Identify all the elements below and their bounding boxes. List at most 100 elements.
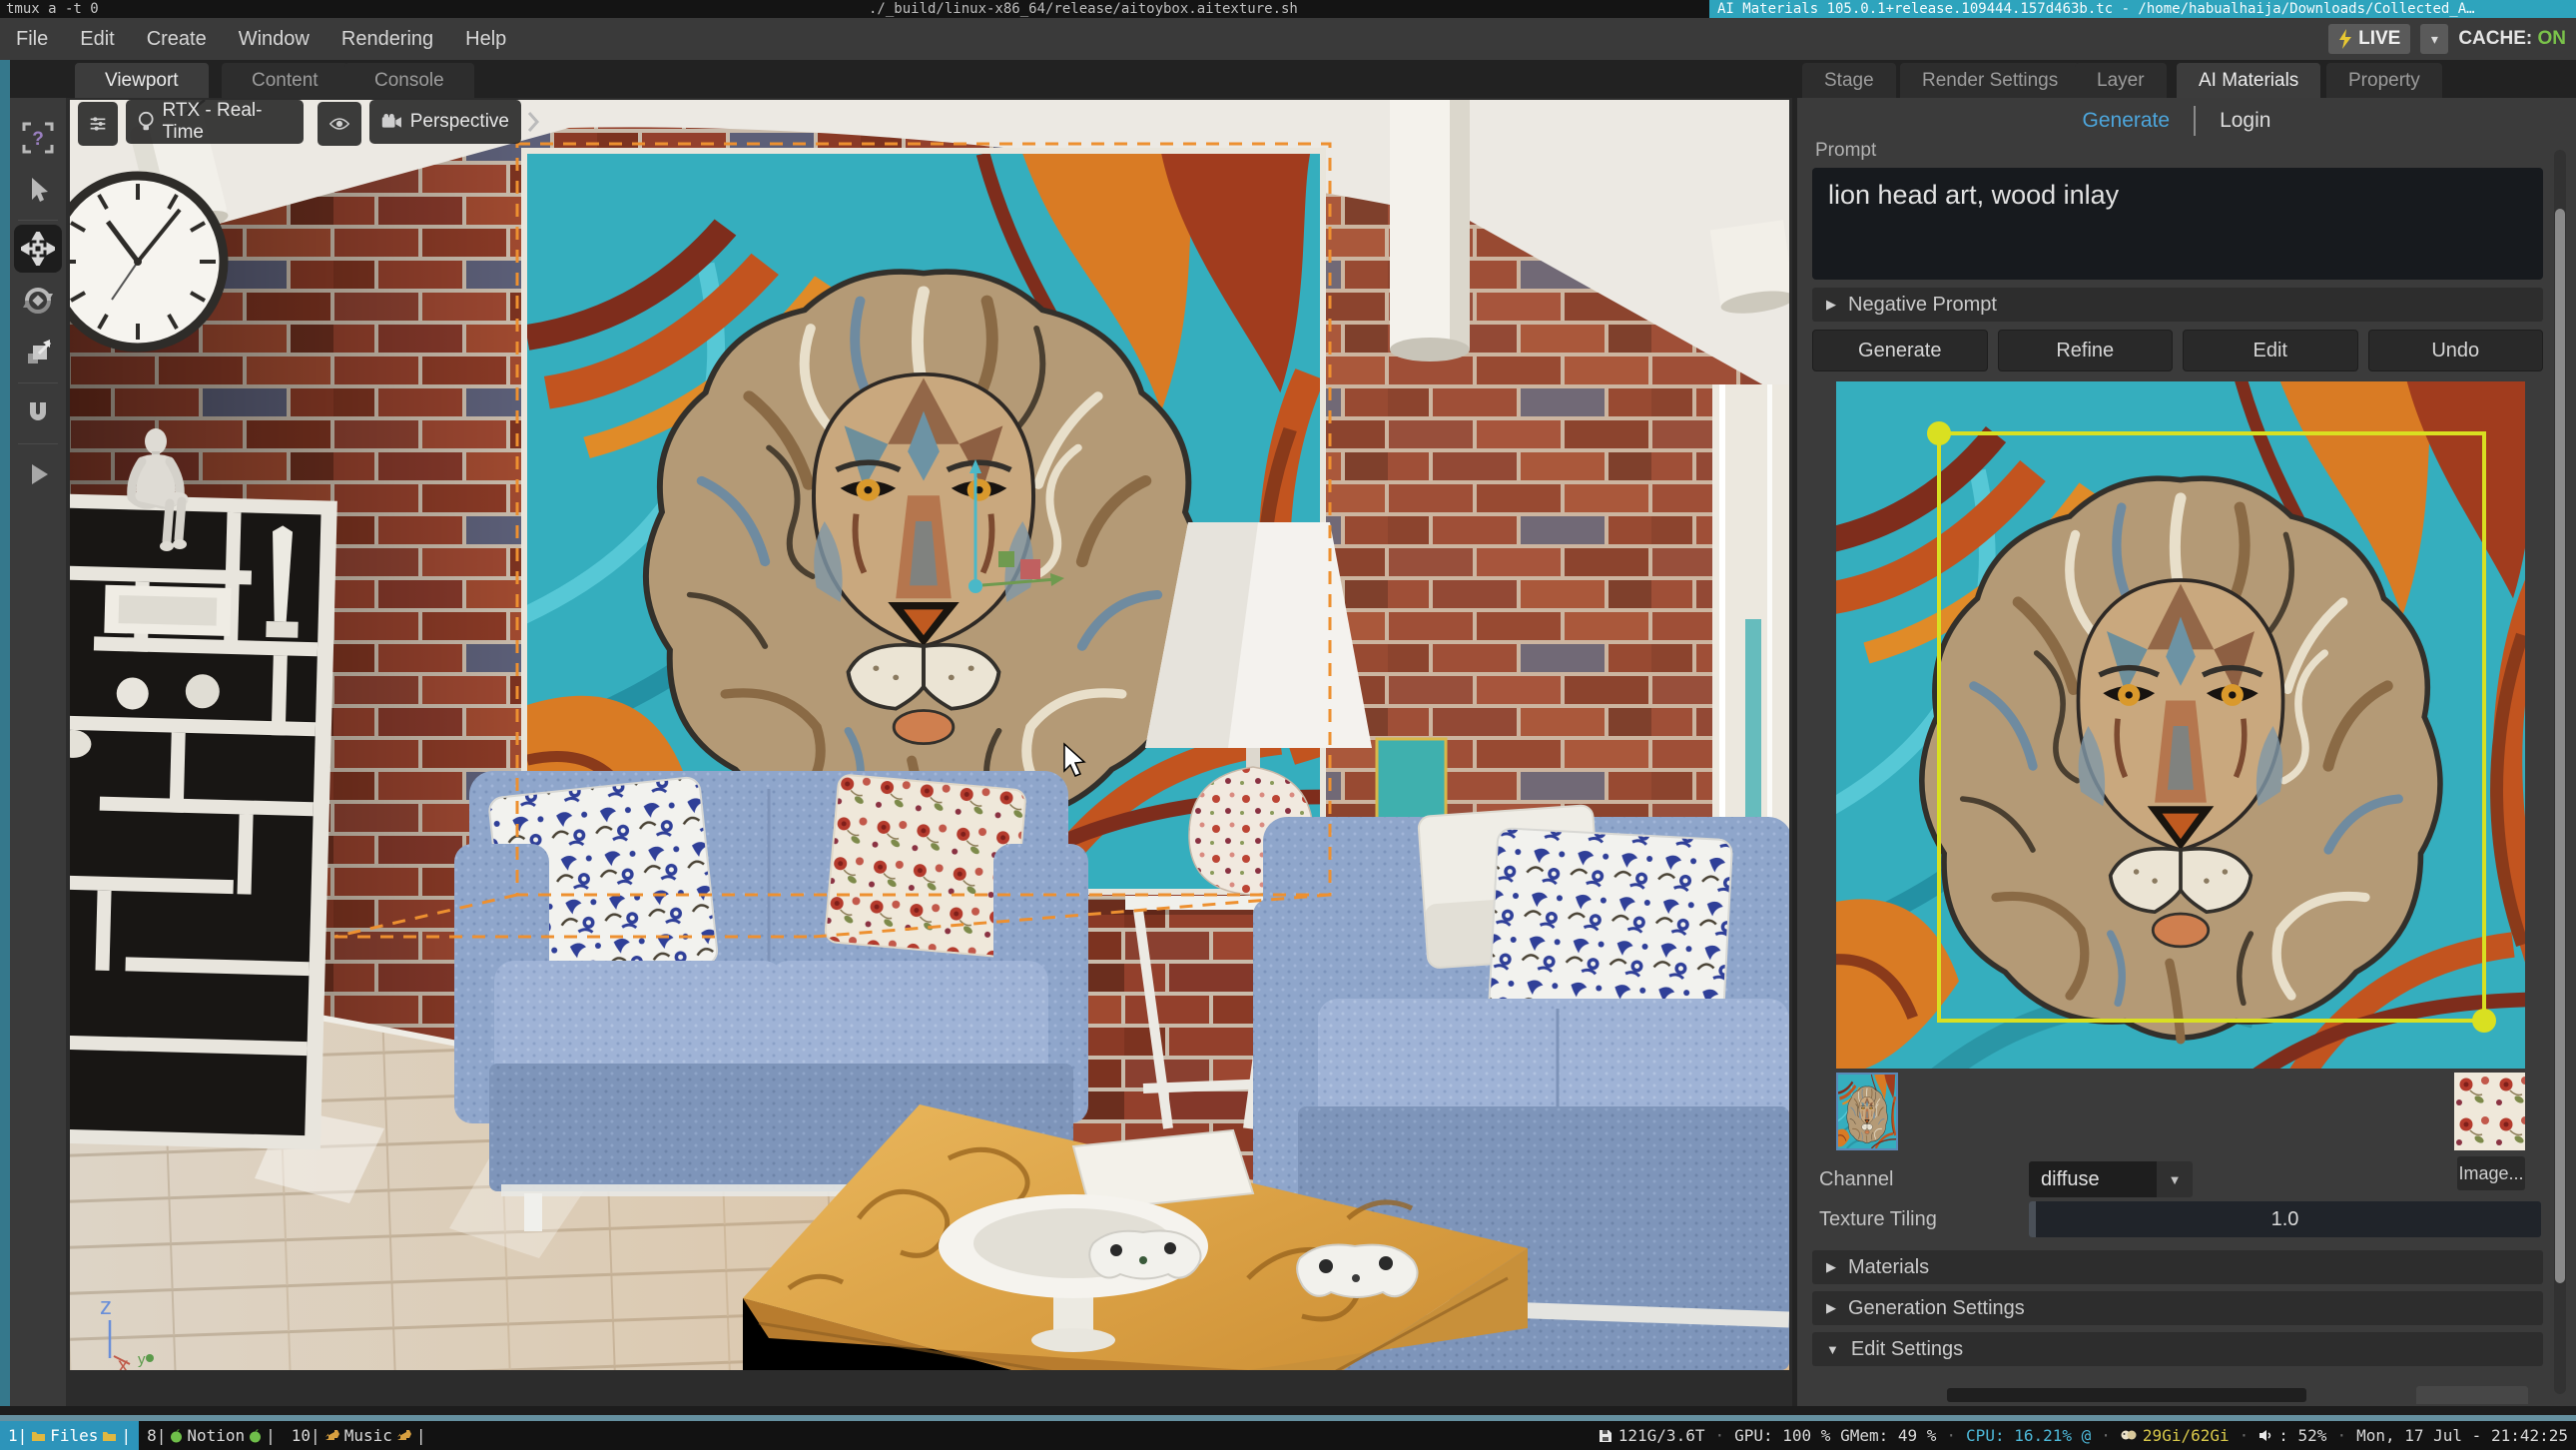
question-select-icon: ? [21,121,55,155]
tmux-window-music[interactable]: 10| Music | [284,1421,434,1450]
tmux-statusbar: 1| Files | 8| Notion | 10| Music | 121G/… [0,1421,2576,1450]
svg-text:z: z [100,1293,112,1320]
channel-label: Channel [1819,1168,1894,1191]
tiling-drag-grip[interactable] [2029,1201,2036,1237]
renderer-button[interactable]: RTX - Real-Time [126,100,304,144]
lightbulb-icon [138,110,154,134]
collapsed-triangle-icon: ▶ [1826,1300,1836,1316]
play-icon [24,460,52,488]
cpu-usage: CPU: 16.21% @ [1966,1426,2091,1445]
app-root: tmux a -t 0 ./_build/linux-x86_64/releas… [0,0,2576,1450]
section-edit-settings[interactable]: ▼ Edit Settings [1812,1332,2543,1366]
volume-icon [2258,1429,2272,1442]
undo-button[interactable]: Undo [2368,330,2544,371]
login-link[interactable]: Login [2220,109,2270,133]
move-icon [21,232,55,266]
menu-edit[interactable]: Edit [64,28,130,51]
move-tool-button[interactable] [14,225,62,273]
menu-create[interactable]: Create [131,28,223,51]
tab-layer[interactable]: Layer [2075,63,2167,98]
channel-dropdown[interactable]: diffuse [2029,1161,2157,1197]
cache-on-value: ON [2538,28,2567,49]
texture-tiling-input[interactable]: 1.0 [2029,1201,2541,1237]
camera-button[interactable]: Perspective [369,100,521,144]
volume-level: : 52% [2278,1426,2326,1445]
svg-text:?: ? [32,129,44,150]
eye-icon [329,115,349,133]
svg-text:y: y [138,1351,146,1368]
rotate-icon [22,285,54,317]
tmux-window-files[interactable]: 1| Files | [0,1421,139,1450]
menu-rendering[interactable]: Rendering [325,28,449,51]
toolbar-expand-chevron[interactable] [526,110,540,134]
tmux-session-title: tmux a -t 0 [6,0,99,18]
live-button[interactable]: LIVE [2328,24,2410,54]
ram-icon [2121,1429,2137,1442]
tab-render-settings[interactable]: Render Settings [1900,63,2080,98]
magnet-icon [23,398,53,428]
scale-tool-button[interactable] [10,327,66,378]
disk-icon [1599,1429,1612,1443]
refine-button[interactable]: Refine [1998,330,2174,371]
crop-handle-bottom-right[interactable] [2472,1009,2496,1033]
texture-tiling-label: Texture Tiling [1819,1208,1937,1231]
select-question-tool-button[interactable]: ? [10,112,66,164]
render-scene: z x y [70,100,1789,1370]
tab-content[interactable]: Content [222,63,348,98]
folder-icon [102,1430,117,1442]
camera-icon [381,112,402,132]
partial-button[interactable] [2416,1386,2528,1404]
section-materials[interactable]: ▶ Materials [1812,1250,2543,1284]
partial-slider-track[interactable] [1947,1388,2306,1402]
shelf-unit [70,493,337,1149]
visibility-button[interactable] [318,102,361,146]
menubar: File Edit Create Window Rendering Help L… [0,18,2576,60]
apple-icon [170,1429,183,1443]
play-button[interactable] [10,448,66,500]
tab-console[interactable]: Console [344,63,474,98]
prompt-input[interactable]: lion head art, wood inlay [1812,168,2543,280]
ram-usage: 29Gi/62Gi [2143,1426,2230,1445]
game-controller [1089,1231,1200,1279]
tab-stage[interactable]: Stage [1802,63,1896,98]
apple-icon [249,1429,262,1443]
scale-icon [23,338,53,367]
viewport-settings-button[interactable] [78,102,118,146]
generated-texture-thumbnail[interactable] [1836,1073,1898,1150]
wall-clock [70,176,224,348]
scrollbar-thumb[interactable] [2555,209,2565,1283]
select-tool-button[interactable] [10,164,66,216]
viewport-3d[interactable]: z x y [66,98,1792,1406]
menu-help[interactable]: Help [449,28,522,51]
tab-property[interactable]: Property [2326,63,2442,98]
tab-ai-materials[interactable]: AI Materials [2177,63,2320,98]
cache-indicator: CACHE: ON [2458,28,2566,50]
window-curtain [1712,384,1789,869]
folder-icon [31,1430,46,1442]
tab-row: Viewport Content Console Stage Render Se… [0,60,2576,98]
tmux-window-notion[interactable]: 8| Notion | [139,1421,284,1450]
menu-window[interactable]: Window [223,28,325,51]
dropdown-arrow-icon[interactable]: ▼ [2157,1161,2193,1197]
source-image-thumbnail[interactable] [2454,1073,2525,1150]
panel-scrollbar[interactable] [2554,150,2566,1394]
trumpet-icon [396,1429,412,1442]
rotate-tool-button[interactable] [10,275,66,327]
menu-file[interactable]: File [0,28,64,51]
image-button[interactable]: Image... [2457,1156,2525,1190]
snap-tool-button[interactable] [10,387,66,439]
generate-mode-link[interactable]: Generate [2083,109,2171,133]
texture-preview[interactable] [1836,381,2525,1069]
lightning-bolt-icon [2338,29,2352,49]
tab-viewport[interactable]: Viewport [75,63,209,98]
cursor-icon [23,175,53,205]
negative-prompt-toggle[interactable]: ▶ Negative Prompt [1812,288,2543,322]
collapsed-triangle-icon: ▶ [1826,297,1836,313]
section-generation-settings[interactable]: ▶ Generation Settings [1812,1291,2543,1325]
generate-button[interactable]: Generate [1812,330,1988,371]
edit-button[interactable]: Edit [2183,330,2358,371]
expanded-triangle-icon: ▼ [1826,1342,1839,1357]
datetime: Mon, 17 Jul - 21:42:25 [2356,1426,2568,1445]
live-dropdown-caret[interactable]: ▾ [2420,24,2448,54]
crop-handle-top-left[interactable] [1927,421,1951,445]
